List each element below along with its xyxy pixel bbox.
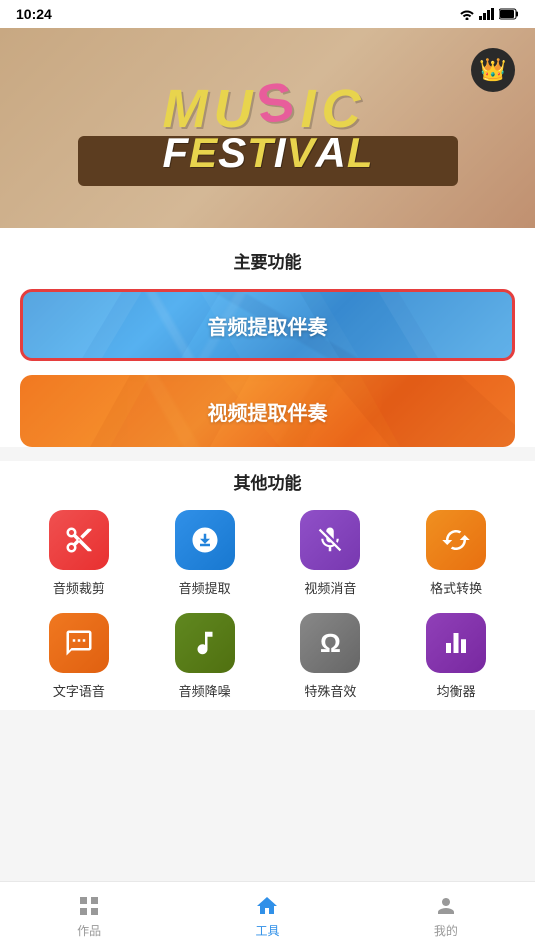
convert-icon bbox=[441, 525, 471, 555]
special-effects-icon-box: Ω bbox=[300, 613, 360, 673]
format-convert-label: 格式转换 bbox=[430, 578, 482, 597]
nav-works-label: 作品 bbox=[77, 922, 101, 939]
other-functions-section: 其他功能 音频裁剪 音频提取 bbox=[0, 461, 535, 710]
audio-extract-label: 音频提取 bbox=[179, 578, 231, 597]
format-convert-icon-box bbox=[426, 510, 486, 570]
text-speech-icon-box bbox=[49, 613, 109, 673]
format-convert-item[interactable]: 格式转换 bbox=[397, 510, 515, 597]
omega-icon: Ω bbox=[320, 628, 341, 659]
audio-extract-button[interactable]: 音频提取伴奏 bbox=[20, 289, 515, 361]
user-icon bbox=[434, 894, 458, 918]
equalizer-icon-box bbox=[426, 613, 486, 673]
audio-crop-icon-box bbox=[49, 510, 109, 570]
primary-functions-section: 主要功能 音频提取伴奏 视频提取伴奏 bbox=[0, 228, 535, 447]
home-icon bbox=[255, 894, 279, 918]
crown-badge[interactable]: 👑 bbox=[471, 48, 515, 92]
nav-item-tools[interactable]: 工具 bbox=[178, 894, 356, 939]
grid-icon bbox=[77, 894, 101, 918]
audio-extract-item[interactable]: 音频提取 bbox=[146, 510, 264, 597]
video-mute-label: 视频消音 bbox=[304, 578, 356, 597]
special-effects-item[interactable]: Ω 特殊音效 bbox=[272, 613, 390, 700]
audio-button-label: 音频提取伴奏 bbox=[208, 311, 328, 340]
audio-crop-item[interactable]: 音频裁剪 bbox=[20, 510, 138, 597]
nav-item-mine[interactable]: 我的 bbox=[357, 894, 535, 939]
text-speech-label: 文字语音 bbox=[53, 681, 105, 700]
text-speech-item[interactable]: 文字语音 bbox=[20, 613, 138, 700]
primary-section-title: 主要功能 bbox=[20, 248, 515, 273]
banner: M U S I C F E S T I V A L 👑 bbox=[0, 28, 535, 228]
audio-denoise-icon-box bbox=[175, 613, 235, 673]
nav-mine-label: 我的 bbox=[434, 922, 458, 939]
audio-crop-label: 音频裁剪 bbox=[53, 578, 105, 597]
nav-tools-label: 工具 bbox=[255, 922, 279, 939]
status-icons bbox=[459, 8, 519, 20]
banner-title-area: M U S I C F E S T I V A L bbox=[162, 82, 372, 174]
equalizer-icon bbox=[441, 628, 471, 658]
video-mute-item[interactable]: 视频消音 bbox=[272, 510, 390, 597]
crown-icon: 👑 bbox=[479, 57, 506, 83]
nav-item-works[interactable]: 作品 bbox=[0, 894, 178, 939]
audio-denoise-item[interactable]: 音频降噪 bbox=[146, 613, 264, 700]
banner-music-text: M U S I C bbox=[162, 82, 372, 136]
other-functions-grid: 音频裁剪 音频提取 视频消音 bbox=[20, 510, 515, 700]
equalizer-item[interactable]: 均衡器 bbox=[397, 613, 515, 700]
video-button-label: 视频提取伴奏 bbox=[208, 397, 328, 426]
wifi-icon bbox=[459, 8, 475, 20]
video-extract-button[interactable]: 视频提取伴奏 bbox=[20, 375, 515, 447]
text-speech-icon bbox=[64, 628, 94, 658]
equalizer-label: 均衡器 bbox=[437, 681, 476, 700]
audio-denoise-label: 音频降噪 bbox=[179, 681, 231, 700]
status-time: 10:24 bbox=[16, 6, 52, 22]
download-icon bbox=[190, 525, 220, 555]
special-effects-label: 特殊音效 bbox=[304, 681, 356, 700]
scissors-icon bbox=[64, 525, 94, 555]
other-section-title: 其他功能 bbox=[20, 469, 515, 494]
audio-extract-icon-box bbox=[175, 510, 235, 570]
signal-icon bbox=[479, 8, 495, 20]
video-mute-icon-box bbox=[300, 510, 360, 570]
status-bar: 10:24 bbox=[0, 0, 535, 28]
mic-off-icon bbox=[315, 525, 345, 555]
battery-icon bbox=[499, 8, 519, 20]
noise-icon bbox=[190, 628, 220, 658]
bottom-navigation: 作品 工具 我的 bbox=[0, 881, 535, 951]
